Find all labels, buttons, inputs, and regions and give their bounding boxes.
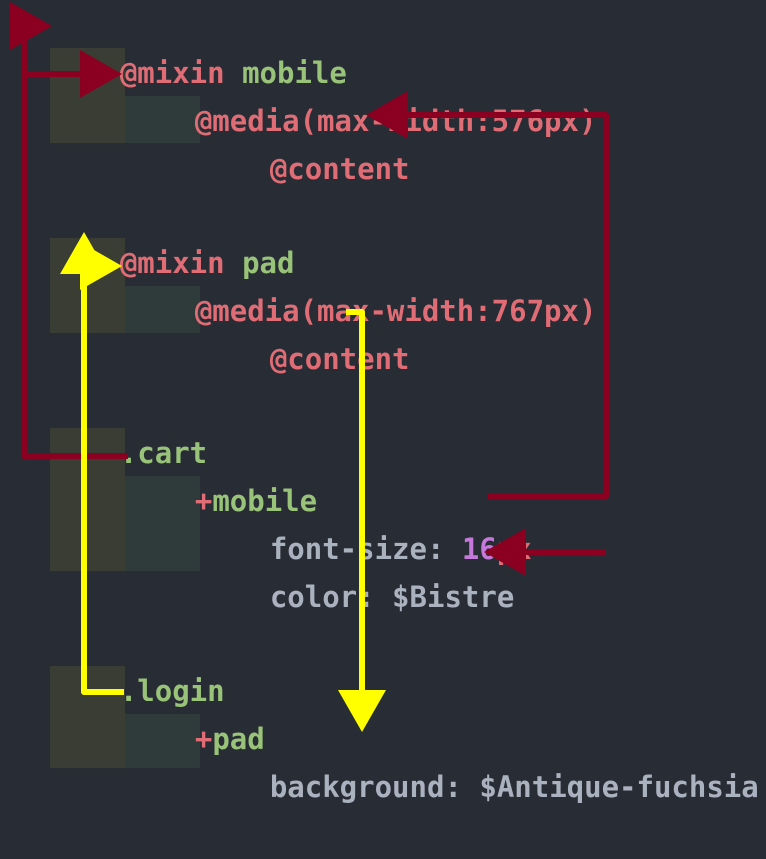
pad-include-arrow <box>60 232 124 695</box>
pad-content-arrow <box>338 309 386 732</box>
arrows-overlay <box>10 2 609 732</box>
mobile-content-arrow <box>366 91 609 576</box>
property: background: $Antique-fuchsia <box>269 770 759 804</box>
code-editor: @mixin mobile @media(max-width:576px) @c… <box>0 0 766 804</box>
mobile-include-arrow <box>10 2 128 459</box>
